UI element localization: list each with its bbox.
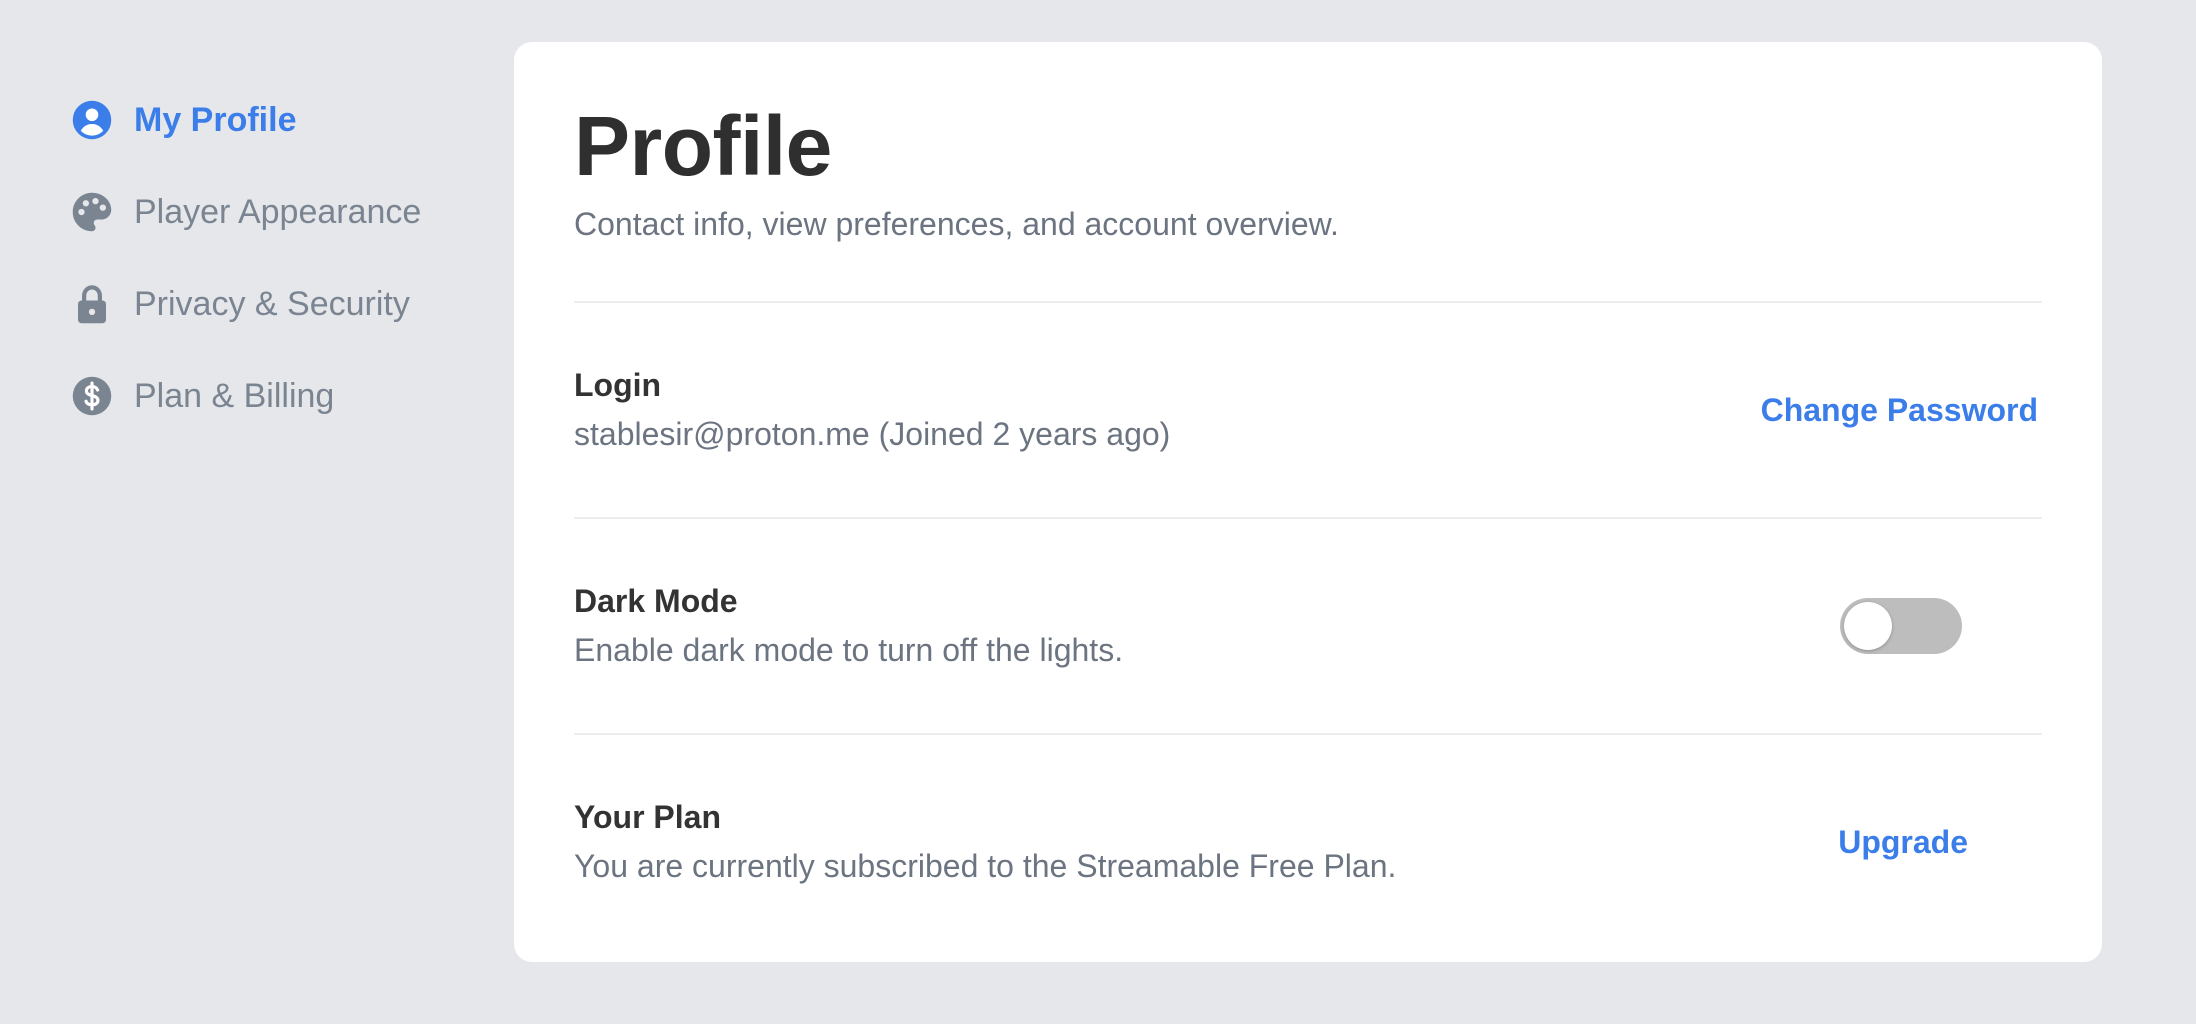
- user-circle-icon: [70, 98, 114, 142]
- page-subtitle: Contact info, view preferences, and acco…: [574, 206, 1339, 243]
- login-email: stablesir@proton.me (Joined 2 years ago): [574, 416, 1171, 453]
- dark-mode-section: Dark Mode Enable dark mode to turn off t…: [574, 519, 2042, 733]
- sidebar-item-label: My Profile: [134, 100, 297, 139]
- upgrade-link[interactable]: Upgrade: [1838, 824, 1968, 861]
- lock-icon: [70, 282, 114, 326]
- sidebar-item-privacy-security[interactable]: Privacy & Security: [70, 276, 490, 332]
- login-section: Login stablesir@proton.me (Joined 2 year…: [574, 303, 2042, 517]
- sidebar-item-plan-billing[interactable]: Plan & Billing: [70, 368, 490, 424]
- profile-card: Profile Contact info, view preferences, …: [514, 42, 2102, 962]
- login-title: Login: [574, 367, 662, 404]
- plan-title: Your Plan: [574, 799, 721, 836]
- sidebar-item-label: Player Appearance: [134, 192, 422, 231]
- sidebar-item-my-profile[interactable]: My Profile: [70, 92, 490, 148]
- dollar-circle-icon: [70, 374, 114, 418]
- dark-mode-toggle[interactable]: [1840, 598, 1962, 655]
- page-title: Profile: [574, 99, 832, 193]
- sidebar-item-player-appearance[interactable]: Player Appearance: [70, 184, 490, 240]
- palette-icon: [70, 190, 114, 234]
- sidebar-item-label: Plan & Billing: [134, 376, 335, 415]
- change-password-link[interactable]: Change Password: [1761, 392, 2038, 429]
- settings-sidebar: My Profile Player Appearance Privacy & S…: [70, 92, 490, 460]
- plan-section: Your Plan You are currently subscribed t…: [574, 735, 2042, 949]
- sidebar-item-label: Privacy & Security: [134, 284, 410, 323]
- toggle-knob: [1844, 602, 1892, 651]
- plan-description: You are currently subscribed to the Stre…: [574, 848, 1397, 885]
- dark-mode-title: Dark Mode: [574, 583, 738, 620]
- dark-mode-description: Enable dark mode to turn off the lights.: [574, 632, 1124, 669]
